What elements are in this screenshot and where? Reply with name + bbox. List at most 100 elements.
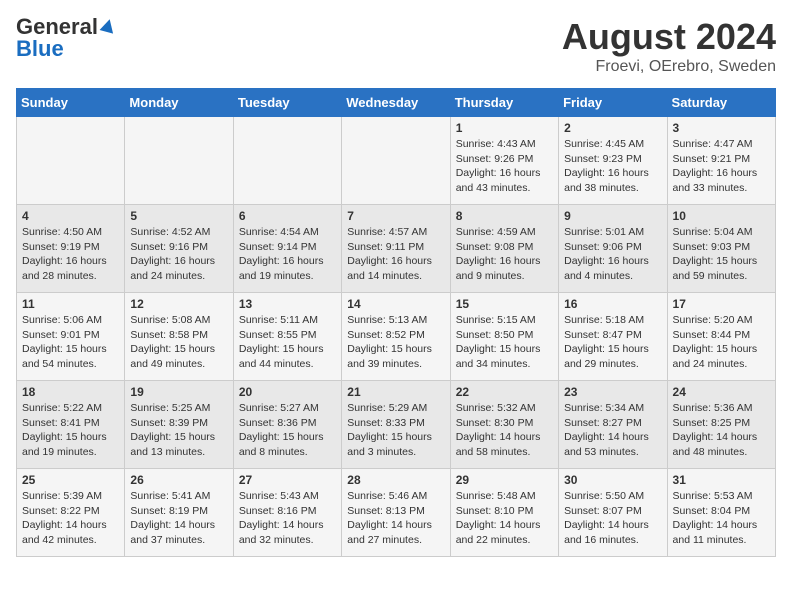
day-info: Sunrise: 4:52 AM Sunset: 9:16 PM Dayligh…: [130, 225, 227, 284]
logo-icon: [99, 17, 116, 33]
calendar-cell: 3Sunrise: 4:47 AM Sunset: 9:21 PM Daylig…: [667, 117, 775, 205]
day-number: 27: [239, 473, 336, 487]
day-info: Sunrise: 5:32 AM Sunset: 8:30 PM Dayligh…: [456, 401, 553, 460]
day-info: Sunrise: 4:57 AM Sunset: 9:11 PM Dayligh…: [347, 225, 444, 284]
day-info: Sunrise: 5:11 AM Sunset: 8:55 PM Dayligh…: [239, 313, 336, 372]
calendar-cell: 13 Sunrise: 5:11 AM Sunset: 8:55 PM Dayli…: [233, 293, 341, 381]
day-info: Sunrise: 5:46 AM Sunset: 8:13 PM Dayligh…: [347, 489, 444, 548]
calendar-cell: 17 Sunrise: 5:20 AM Sunset: 8:44 PM Dayli…: [667, 293, 775, 381]
day-number: 11: [22, 297, 119, 311]
month-title: August 2024: [562, 16, 776, 58]
calendar-cell: 14Sunrise: 5:13 AM Sunset: 8:52 PM Dayli…: [342, 293, 450, 381]
day-info: Sunrise: 4:50 AM Sunset: 9:19 PM Dayligh…: [22, 225, 119, 284]
day-info: Sunrise: 5:20 AM Sunset: 8:44 PM Dayligh…: [673, 313, 770, 372]
calendar-cell: 30 Sunrise: 5:50 AM Sunset: 8:07 PM Dayli…: [559, 469, 667, 557]
day-number: 23: [564, 385, 661, 399]
calendar-cell: 12 Sunrise: 5:08 AM Sunset: 8:58 PM Dayli…: [125, 293, 233, 381]
day-number: 18: [22, 385, 119, 399]
calendar-cell: [233, 117, 341, 205]
day-number: 12: [130, 297, 227, 311]
day-number: 19: [130, 385, 227, 399]
calendar-cell: [342, 117, 450, 205]
day-number: 25: [22, 473, 119, 487]
calendar-cell: 4 Sunrise: 4:50 AM Sunset: 9:19 PM Daylig…: [17, 205, 125, 293]
day-info: Sunrise: 5:08 AM Sunset: 8:58 PM Dayligh…: [130, 313, 227, 372]
day-number: 1: [456, 121, 553, 135]
calendar-cell: 23 Sunrise: 5:34 AM Sunset: 8:27 PM Dayli…: [559, 381, 667, 469]
day-info: Sunrise: 5:29 AM Sunset: 8:33 PM Dayligh…: [347, 401, 444, 460]
calendar-cell: 22Sunrise: 5:32 AM Sunset: 8:30 PM Dayli…: [450, 381, 558, 469]
day-info: Sunrise: 5:15 AM Sunset: 8:50 PM Dayligh…: [456, 313, 553, 372]
calendar-cell: 28 Sunrise: 5:46 AM Sunset: 8:13 PM Dayli…: [342, 469, 450, 557]
calendar-cell: 20 Sunrise: 5:27 AM Sunset: 8:36 PM Dayli…: [233, 381, 341, 469]
day-info: Sunrise: 5:39 AM Sunset: 8:22 PM Dayligh…: [22, 489, 119, 548]
day-info: Sunrise: 5:01 AM Sunset: 9:06 PM Dayligh…: [564, 225, 661, 284]
day-info: Sunrise: 5:25 AM Sunset: 8:39 PM Dayligh…: [130, 401, 227, 460]
day-number: 8: [456, 209, 553, 223]
calendar-table: SundayMondayTuesdayWednesdayThursdayFrid…: [16, 88, 776, 557]
calendar-cell: 18 Sunrise: 5:22 AM Sunset: 8:41 PM Dayli…: [17, 381, 125, 469]
day-number: 24: [673, 385, 770, 399]
title-area: August 2024 Froevi, OErebro, Sweden: [562, 16, 776, 76]
day-info: Sunrise: 5:06 AM Sunset: 9:01 PM Dayligh…: [22, 313, 119, 372]
calendar-cell: 19 Sunrise: 5:25 AM Sunset: 8:39 PM Dayli…: [125, 381, 233, 469]
day-info: Sunrise: 5:36 AM Sunset: 8:25 PM Dayligh…: [673, 401, 770, 460]
calendar-cell: 1 Sunrise: 4:43 AM Sunset: 9:26 PM Daylig…: [450, 117, 558, 205]
calendar-cell: 9 Sunrise: 5:01 AM Sunset: 9:06 PM Daylig…: [559, 205, 667, 293]
calendar-cell: 21 Sunrise: 5:29 AM Sunset: 8:33 PM Dayli…: [342, 381, 450, 469]
day-info: Sunrise: 5:13 AM Sunset: 8:52 PM Dayligh…: [347, 313, 444, 372]
calendar-cell: 26 Sunrise: 5:41 AM Sunset: 8:19 PM Dayli…: [125, 469, 233, 557]
day-number: 21: [347, 385, 444, 399]
header: General Blue August 2024 Froevi, OErebro…: [16, 16, 776, 76]
day-number: 31: [673, 473, 770, 487]
day-number: 5: [130, 209, 227, 223]
day-info: Sunrise: 5:48 AM Sunset: 8:10 PM Dayligh…: [456, 489, 553, 548]
day-info: Sunrise: 5:04 AM Sunset: 9:03 PM Dayligh…: [673, 225, 770, 284]
calendar-cell: 15 Sunrise: 5:15 AM Sunset: 8:50 PM Dayli…: [450, 293, 558, 381]
day-number: 13: [239, 297, 336, 311]
day-info: Sunrise: 5:50 AM Sunset: 8:07 PM Dayligh…: [564, 489, 661, 548]
day-number: 20: [239, 385, 336, 399]
calendar-cell: 6 Sunrise: 4:54 AM Sunset: 9:14 PM Daylig…: [233, 205, 341, 293]
day-number: 30: [564, 473, 661, 487]
calendar-cell: 29 Sunrise: 5:48 AM Sunset: 8:10 PM Dayli…: [450, 469, 558, 557]
day-info: Sunrise: 5:22 AM Sunset: 8:41 PM Dayligh…: [22, 401, 119, 460]
logo: General Blue: [16, 16, 115, 60]
calendar-cell: 8 Sunrise: 4:59 AM Sunset: 9:08 PM Daylig…: [450, 205, 558, 293]
calendar-cell: [17, 117, 125, 205]
day-header-saturday: Saturday: [667, 89, 775, 117]
calendar-cell: 11 Sunrise: 5:06 AM Sunset: 9:01 PM Dayli…: [17, 293, 125, 381]
day-header-monday: Monday: [125, 89, 233, 117]
day-info: Sunrise: 5:53 AM Sunset: 8:04 PM Dayligh…: [673, 489, 770, 548]
day-header-wednesday: Wednesday: [342, 89, 450, 117]
day-info: Sunrise: 4:45 AM Sunset: 9:23 PM Dayligh…: [564, 137, 661, 196]
day-info: Sunrise: 5:18 AM Sunset: 8:47 PM Dayligh…: [564, 313, 661, 372]
day-info: Sunrise: 5:27 AM Sunset: 8:36 PM Dayligh…: [239, 401, 336, 460]
calendar-cell: 25 Sunrise: 5:39 AM Sunset: 8:22 PM Dayli…: [17, 469, 125, 557]
day-number: 17: [673, 297, 770, 311]
calendar-cell: 10 Sunrise: 5:04 AM Sunset: 9:03 PM Dayli…: [667, 205, 775, 293]
day-number: 6: [239, 209, 336, 223]
day-info: Sunrise: 4:59 AM Sunset: 9:08 PM Dayligh…: [456, 225, 553, 284]
day-header-thursday: Thursday: [450, 89, 558, 117]
day-number: 15: [456, 297, 553, 311]
day-number: 10: [673, 209, 770, 223]
day-info: Sunrise: 4:54 AM Sunset: 9:14 PM Dayligh…: [239, 225, 336, 284]
day-number: 29: [456, 473, 553, 487]
calendar-cell: 2Sunrise: 4:45 AM Sunset: 9:23 PM Daylig…: [559, 117, 667, 205]
day-number: 4: [22, 209, 119, 223]
day-info: Sunrise: 4:43 AM Sunset: 9:26 PM Dayligh…: [456, 137, 553, 196]
day-info: Sunrise: 4:47 AM Sunset: 9:21 PM Dayligh…: [673, 137, 770, 196]
day-info: Sunrise: 5:41 AM Sunset: 8:19 PM Dayligh…: [130, 489, 227, 548]
day-number: 28: [347, 473, 444, 487]
calendar-cell: 16Sunrise: 5:18 AM Sunset: 8:47 PM Dayli…: [559, 293, 667, 381]
day-header-friday: Friday: [559, 89, 667, 117]
calendar-cell: 31 Sunrise: 5:53 AM Sunset: 8:04 PM Dayli…: [667, 469, 775, 557]
day-header-tuesday: Tuesday: [233, 89, 341, 117]
calendar-cell: 7 Sunrise: 4:57 AM Sunset: 9:11 PM Daylig…: [342, 205, 450, 293]
day-number: 9: [564, 209, 661, 223]
location: Froevi, OErebro, Sweden: [562, 58, 776, 76]
day-number: 26: [130, 473, 227, 487]
day-info: Sunrise: 5:34 AM Sunset: 8:27 PM Dayligh…: [564, 401, 661, 460]
day-number: 7: [347, 209, 444, 223]
